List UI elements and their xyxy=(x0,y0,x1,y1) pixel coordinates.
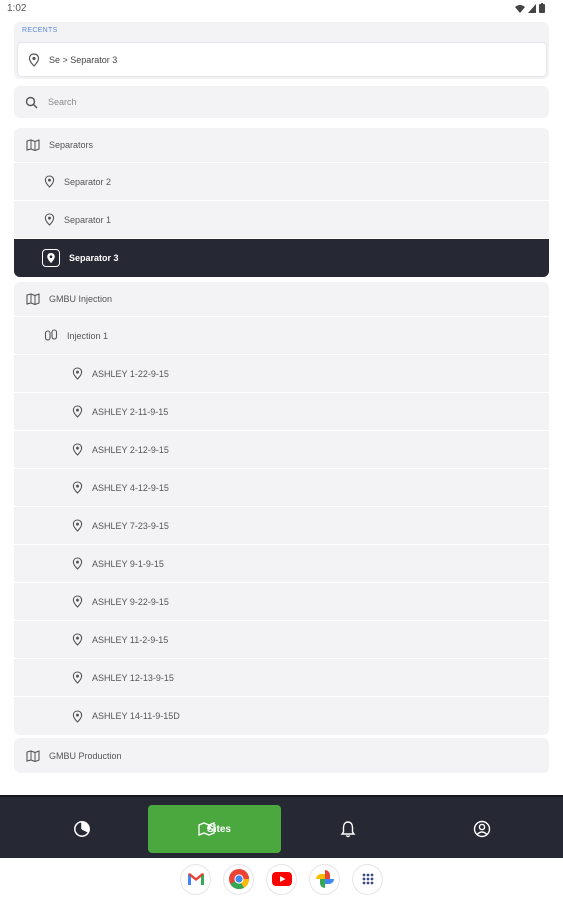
site-item[interactable]: ASHLEY 9-22-9-15 xyxy=(14,583,549,621)
group-header-label: GMBU Production xyxy=(49,750,122,761)
location-pin-icon xyxy=(44,175,55,188)
location-pin-icon xyxy=(72,519,83,532)
footprint-icon xyxy=(44,328,58,341)
site-item-separator-1[interactable]: Separator 1 xyxy=(14,201,549,239)
nav-sites-label: Sites xyxy=(207,823,231,835)
status-bar: 1:02 xyxy=(0,0,563,18)
location-pin-icon xyxy=(72,557,83,570)
subgroup-label: Injection 1 xyxy=(67,330,109,341)
subgroup-injection-1[interactable]: Injection 1 xyxy=(14,317,549,355)
bottom-nav: Sites xyxy=(0,795,563,858)
app-drawer-icon[interactable] xyxy=(353,864,382,894)
location-pin-icon xyxy=(44,213,55,226)
recent-item-label: Se > Separator 3 xyxy=(49,54,118,65)
location-pin-icon xyxy=(72,633,83,646)
nav-notifications[interactable] xyxy=(281,805,414,853)
map-icon xyxy=(26,293,40,305)
nav-sites[interactable]: Sites xyxy=(148,805,281,853)
site-item-label: ASHLEY 9-22-9-15 xyxy=(92,596,169,607)
site-item-label: ASHLEY 7-23-9-15 xyxy=(92,520,169,531)
site-item[interactable]: ASHLEY 2-11-9-15 xyxy=(14,393,549,431)
map-icon xyxy=(26,139,40,151)
search-icon xyxy=(25,96,38,108)
search-input[interactable] xyxy=(48,97,528,107)
status-time: 1:02 xyxy=(7,3,27,14)
location-pin-icon xyxy=(72,367,83,380)
location-pin-icon xyxy=(72,595,83,608)
site-item-label: ASHLEY 14-11-9-15D xyxy=(92,711,180,721)
profile-icon xyxy=(473,820,490,838)
group-header-label: Separators xyxy=(49,140,94,150)
wifi-icon xyxy=(515,4,525,13)
group-header-injection[interactable]: GMBU Injection xyxy=(14,282,549,317)
location-pin-icon xyxy=(72,405,83,418)
site-item-label: Separator 2 xyxy=(64,176,112,187)
site-item[interactable]: ASHLEY 4-12-9-15 xyxy=(14,469,549,507)
location-pin-icon xyxy=(72,481,83,494)
group-production: GMBU Production xyxy=(14,738,549,773)
site-item-label: ASHLEY 2-11-9-15 xyxy=(92,406,169,417)
site-item-label: ASHLEY 11-2-9-15 xyxy=(92,634,169,645)
site-item[interactable]: ASHLEY 7-23-9-15 xyxy=(14,507,549,545)
dashboard-icon xyxy=(73,821,90,837)
location-pin-icon xyxy=(72,709,83,723)
youtube-icon[interactable] xyxy=(267,864,296,894)
nav-dashboard[interactable] xyxy=(15,805,148,853)
status-icons xyxy=(515,3,545,13)
site-item-label: ASHLEY 4-12-9-15 xyxy=(92,482,169,493)
system-dock xyxy=(0,858,563,900)
group-header-label: GMBU Injection xyxy=(49,294,113,304)
gmail-icon[interactable] xyxy=(181,864,210,894)
signal-icon xyxy=(528,3,536,13)
recent-item[interactable]: Se > Separator 3 xyxy=(17,42,547,77)
chrome-icon[interactable] xyxy=(224,864,253,894)
site-item-label: ASHLEY 9-1-9-15 xyxy=(92,558,164,569)
selected-pin-box xyxy=(42,249,60,267)
location-pin-icon xyxy=(72,443,83,456)
group-separators: Separators Separator 2 Separator 1 Separ… xyxy=(14,128,549,277)
site-item-separator-3[interactable]: Separator 3 xyxy=(14,239,549,277)
location-pin-icon xyxy=(72,671,83,684)
nav-profile[interactable] xyxy=(415,805,548,853)
battery-icon xyxy=(539,3,545,13)
group-header-production[interactable]: GMBU Production xyxy=(14,738,549,773)
site-item-label: ASHLEY 12-13-9-15 xyxy=(92,672,174,683)
location-pin-icon xyxy=(47,253,55,263)
recents-panel: RECENTS Se > Separator 3 xyxy=(14,22,549,79)
site-item[interactable]: ASHLEY 1-22-9-15 xyxy=(14,355,549,393)
site-item-label: Separator 1 xyxy=(64,214,112,225)
site-item-label: Separator 3 xyxy=(69,253,119,263)
group-header-separators[interactable]: Separators xyxy=(14,128,549,163)
map-icon xyxy=(26,749,40,762)
site-item-separator-2[interactable]: Separator 2 xyxy=(14,163,549,201)
site-item[interactable]: ASHLEY 12-13-9-15 xyxy=(14,659,549,697)
recents-label: RECENTS xyxy=(22,27,58,34)
photos-icon[interactable] xyxy=(310,864,339,894)
group-injection: GMBU Injection Injection 1 ASHLEY 1-22-9… xyxy=(14,282,549,735)
search-bar[interactable] xyxy=(14,86,549,118)
site-item-label: ASHLEY 1-22-9-15 xyxy=(92,368,169,379)
site-item[interactable]: ASHLEY 11-2-9-15 xyxy=(14,621,549,659)
site-item[interactable]: ASHLEY 14-11-9-15D xyxy=(14,697,549,735)
site-item[interactable]: ASHLEY 9-1-9-15 xyxy=(14,545,549,583)
site-item-label: ASHLEY 2-12-9-15 xyxy=(92,444,169,455)
bell-icon xyxy=(340,821,355,838)
site-item[interactable]: ASHLEY 2-12-9-15 xyxy=(14,431,549,469)
location-pin-icon xyxy=(28,52,40,67)
